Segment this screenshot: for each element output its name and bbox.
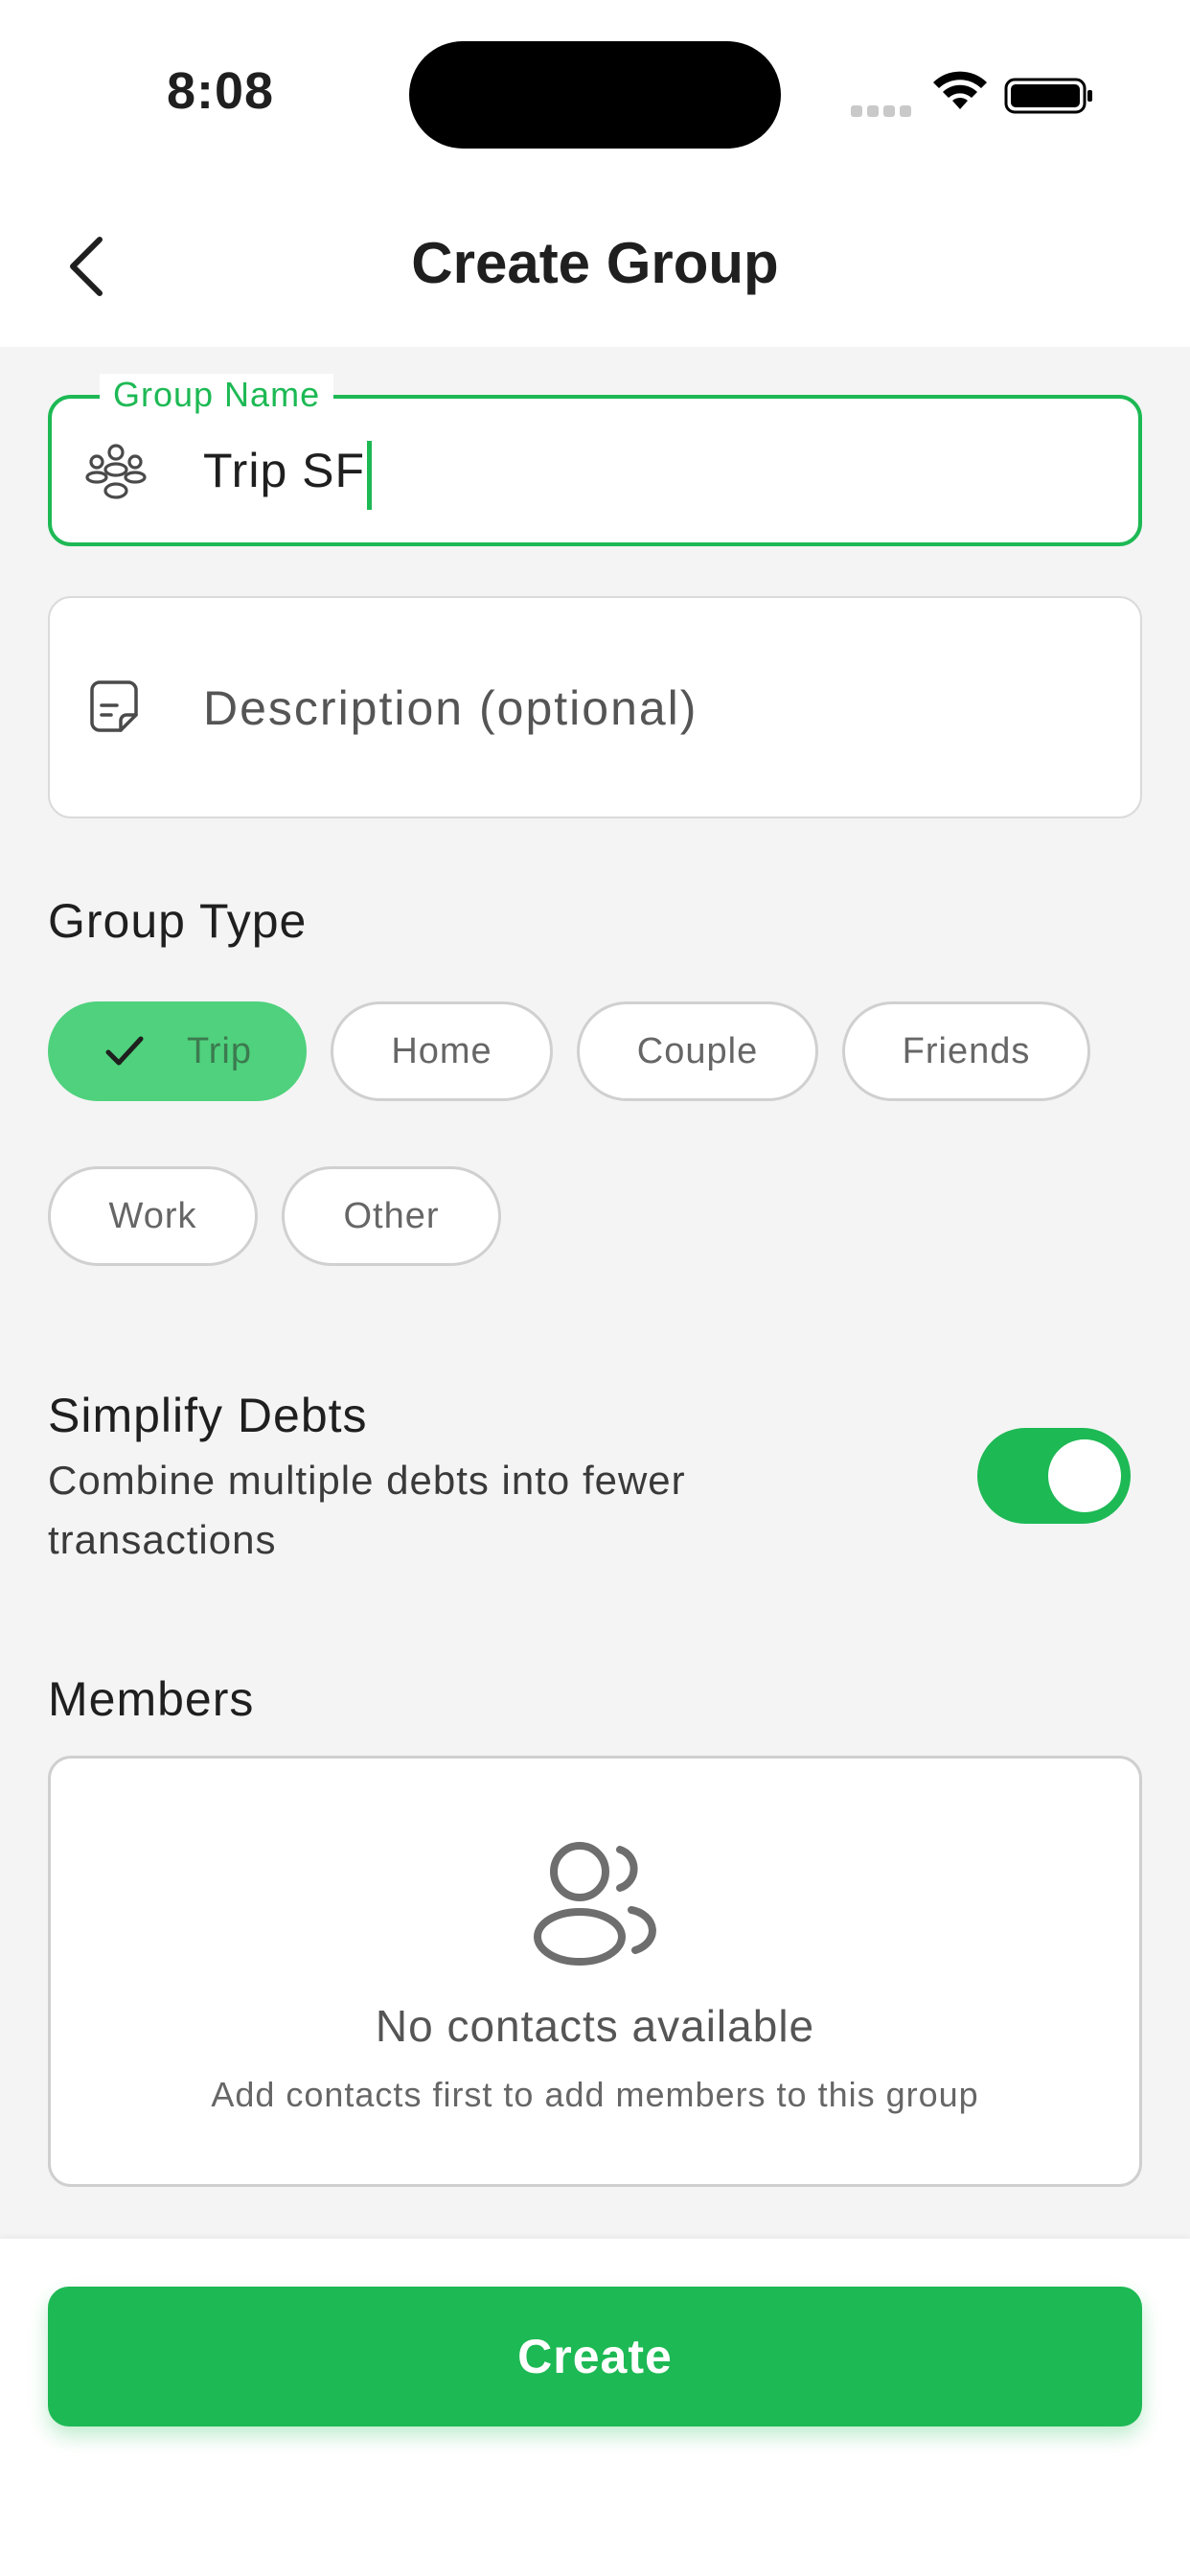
dynamic-island: [409, 41, 781, 149]
nav-header: Create Group: [0, 192, 1190, 347]
create-button[interactable]: Create: [48, 2287, 1142, 2426]
description-field[interactable]: Description (optional): [48, 596, 1142, 818]
chip-label: Trip: [186, 1030, 253, 1071]
chip-label: Couple: [636, 1030, 759, 1071]
group-name-input[interactable]: Trip SF: [203, 443, 365, 498]
chip-label: Work: [108, 1195, 197, 1236]
battery-icon: [1004, 78, 1092, 114]
status-bar: 8:08: [0, 0, 1190, 192]
empty-state-subtitle: Add contacts first to add members to thi…: [211, 2075, 979, 2114]
group-name-label: Group Name: [100, 374, 334, 416]
group-type-title: Group Type: [48, 894, 308, 948]
check-icon: [105, 1036, 144, 1066]
page-title: Create Group: [411, 231, 779, 295]
toggle-knob: [1048, 1439, 1121, 1512]
simplify-debts-title: Simplify Debts: [48, 1389, 368, 1442]
chip-label: Other: [343, 1195, 440, 1236]
chip-friends[interactable]: Friends: [842, 1001, 1090, 1101]
chip-work[interactable]: Work: [48, 1166, 258, 1266]
simplify-debts-subtitle: Combine multiple debts into fewer transa…: [48, 1458, 686, 1562]
text-caret: [367, 441, 372, 510]
chip-other[interactable]: Other: [282, 1166, 501, 1266]
document-icon: [90, 680, 138, 732]
cellular-signal-icon: [851, 105, 912, 117]
chip-label: Home: [391, 1030, 492, 1071]
chip-couple[interactable]: Couple: [577, 1001, 818, 1101]
chip-label: Friends: [902, 1030, 1031, 1071]
status-time: 8:08: [166, 62, 275, 120]
members-empty-state: No contacts available Add contacts first…: [48, 1756, 1142, 2187]
members-title: Members: [48, 1672, 255, 1726]
empty-state-title: No contacts available: [375, 2001, 815, 2051]
wifi-icon: [933, 71, 987, 109]
group-name-field[interactable]: Group Name Trip SF: [48, 374, 1142, 546]
chip-trip[interactable]: Trip: [48, 1001, 307, 1101]
people-icon: [534, 1842, 656, 1966]
group-icon: [85, 444, 147, 499]
description-input[interactable]: Description (optional): [203, 680, 698, 736]
bottom-action-bar: Create: [0, 2239, 1190, 2576]
chip-home[interactable]: Home: [331, 1001, 553, 1101]
simplify-debts-toggle[interactable]: [977, 1428, 1131, 1524]
